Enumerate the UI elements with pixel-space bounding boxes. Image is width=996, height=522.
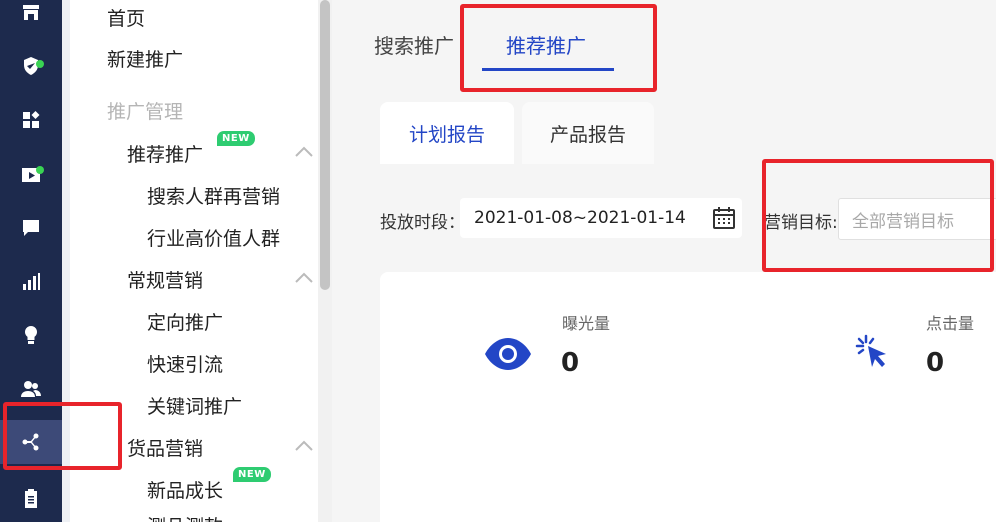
subtab-plan-report[interactable]: 计划报告 <box>380 102 514 164</box>
menu-item-new-product[interactable]: 新品成长 <box>147 476 223 503</box>
highlight-box-goal-filter <box>762 159 994 272</box>
chat-icon <box>23 220 39 236</box>
rail-item-store[interactable] <box>0 0 62 34</box>
status-dot <box>36 166 44 174</box>
highlight-box-recommend-tab <box>460 4 657 92</box>
menu-item-keyword[interactable]: 关键词推广 <box>147 392 242 419</box>
menu-item-regular[interactable]: 常规营销 <box>127 266 203 293</box>
menu-item-new-promotion[interactable]: 新建推广 <box>107 45 183 72</box>
sidebar-scrollbar-thumb[interactable] <box>320 0 330 290</box>
widgets-icon <box>23 111 40 128</box>
rail-item-chat[interactable] <box>0 206 62 250</box>
date-range-input[interactable]: 2021-01-08~2021-01-14 <box>460 198 742 238</box>
calendar-icon[interactable] <box>712 206 736 230</box>
highlight-box-rail-item <box>3 402 122 470</box>
new-badge: NEW <box>233 467 271 482</box>
metric-label-clicks: 点击量 <box>926 314 975 333</box>
date-range-value: 2021-01-08~2021-01-14 <box>474 208 686 228</box>
users-icon <box>21 381 41 397</box>
store-icon <box>23 5 39 20</box>
tab-search-promotion[interactable]: 搜索推广 <box>374 30 454 59</box>
chevron-up-icon[interactable] <box>294 437 314 451</box>
period-label: 投放时段： <box>380 213 465 233</box>
rail-item-shield[interactable] <box>0 44 62 88</box>
menu-group-management: 推广管理 <box>107 101 184 123</box>
clipboard-icon <box>25 489 37 508</box>
rail-item-clipboard[interactable] <box>0 476 62 520</box>
menu-item-targeted[interactable]: 定向推广 <box>147 308 223 335</box>
chevron-up-icon[interactable] <box>294 143 314 157</box>
menu-item-industry-audience[interactable]: 行业高价值人群 <box>147 224 280 251</box>
metric-value-impressions: 0 <box>561 348 580 378</box>
menu-item-goods[interactable]: 货品营销 <box>127 434 203 461</box>
bar-chart-icon <box>23 273 40 290</box>
metric-value-clicks: 0 <box>926 348 945 378</box>
metric-label-impressions: 曝光量 <box>562 314 611 333</box>
lightbulb-icon <box>24 325 38 344</box>
rail-item-widgets[interactable] <box>0 98 62 142</box>
click-cursor-icon <box>855 334 886 367</box>
metrics-card: 曝光量 0 点击量 0 <box>380 272 996 522</box>
eye-icon <box>485 338 531 370</box>
menu-item-home[interactable]: 首页 <box>107 4 145 31</box>
new-badge: NEW <box>217 131 255 146</box>
menu-item-test-product[interactable]: 测品测款 <box>147 512 223 522</box>
rail-item-ideas[interactable] <box>0 313 62 357</box>
menu-item-search-retarget[interactable]: 搜索人群再营销 <box>147 182 280 209</box>
rail-item-video[interactable] <box>0 152 62 196</box>
status-dot <box>36 60 44 68</box>
menu-item-recommend[interactable]: 推荐推广 <box>127 140 203 167</box>
chevron-up-icon[interactable] <box>294 269 314 283</box>
menu-item-quick-traffic[interactable]: 快速引流 <box>147 350 223 377</box>
rail-item-stats[interactable] <box>0 260 62 304</box>
subtab-product-report[interactable]: 产品报告 <box>522 102 654 164</box>
